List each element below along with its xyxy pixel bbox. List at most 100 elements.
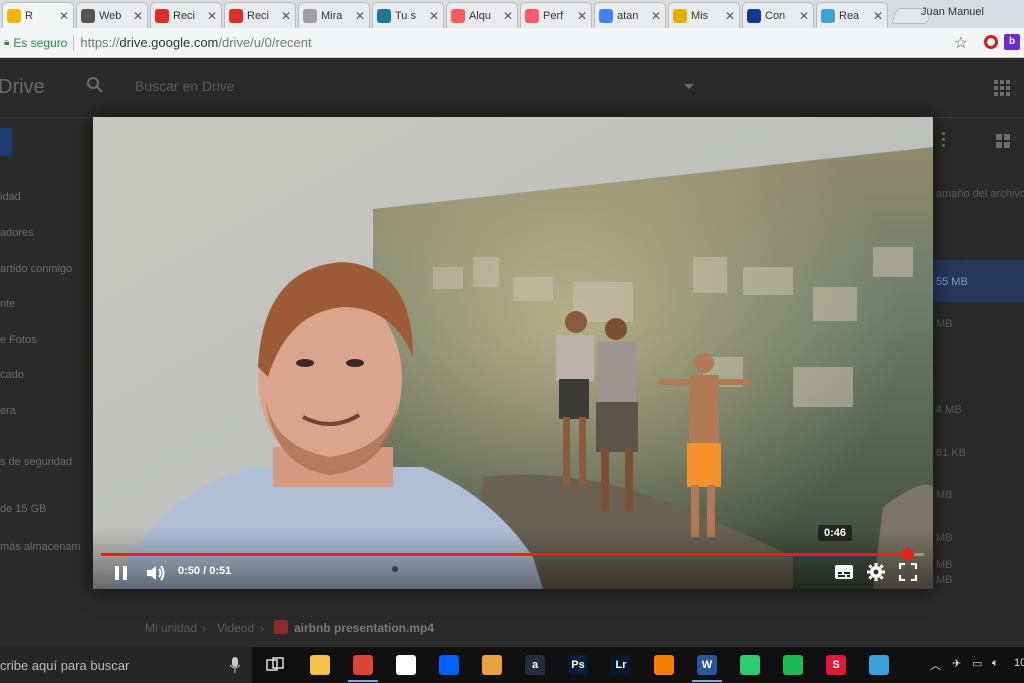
close-tab-icon[interactable]: ✕ xyxy=(355,9,365,23)
google-drive-icon xyxy=(7,8,21,23)
browser-tab[interactable]: Alqu ✕ xyxy=(446,2,518,28)
globe-icon[interactable] xyxy=(740,655,760,675)
fullscreen-icon[interactable] xyxy=(899,563,917,581)
spotify-icon[interactable] xyxy=(783,655,803,675)
close-tab-icon[interactable]: ✕ xyxy=(59,9,69,23)
browser-tab-label: Reci xyxy=(247,9,270,22)
browser-tab[interactable]: Web ✕ xyxy=(76,2,148,28)
file-explorer-icon[interactable] xyxy=(310,655,330,675)
airbnb-icon xyxy=(451,8,465,23)
taskbar-search-input[interactable]: cribe aquí para buscar xyxy=(0,658,129,673)
extension-b-icon[interactable]: b xyxy=(1004,34,1020,50)
s-app-icon[interactable]: S xyxy=(826,655,846,675)
close-tab-icon[interactable]: ✕ xyxy=(503,9,513,23)
browser-tab[interactable]: Rea ✕ xyxy=(816,2,888,28)
sidebar-item[interactable]: más almacenam xyxy=(0,541,81,553)
profile-name[interactable]: Juan Manuel xyxy=(921,6,984,18)
seek-bar[interactable] xyxy=(101,548,924,560)
browser-tab-label: atan xyxy=(617,9,639,22)
screen: R ✕ Web ✕ Reci ✕ Reci ✕ Mira ✕ Tu s ✕ Alqu ✕ Perf ✕ atan… xyxy=(0,0,1024,683)
close-tab-icon[interactable]: ✕ xyxy=(133,9,143,23)
network-icon[interactable]: ✈︎ xyxy=(952,657,961,670)
volume-icon[interactable] xyxy=(145,563,167,583)
seek-bar-handle[interactable] xyxy=(901,548,914,560)
eye-icon[interactable] xyxy=(482,655,502,675)
speaker-icon[interactable]: 🔈︎ xyxy=(992,657,999,670)
browser-tab[interactable]: Reci ✕ xyxy=(224,2,296,28)
sidebar-item[interactable]: adores xyxy=(0,227,34,239)
browser-tab[interactable]: Mira ✕ xyxy=(298,2,370,28)
document-icon xyxy=(303,8,317,23)
security-label[interactable]: Es seguro xyxy=(13,36,67,50)
sidebar-item[interactable]: idad xyxy=(0,191,21,203)
browser-tab[interactable]: Con ✕ xyxy=(742,2,814,28)
browser-tab-label: Perf xyxy=(543,9,564,22)
column-header-size[interactable]: amaño del archivo xyxy=(936,188,1024,200)
browser-tab-label: Tu s xyxy=(395,9,416,22)
browser-tab-label: R xyxy=(25,9,33,22)
browser-tab[interactable]: Perf ✕ xyxy=(520,2,592,28)
close-tab-icon[interactable]: ✕ xyxy=(799,9,809,23)
gmail-icon xyxy=(155,8,169,23)
browser-tab-label: Web xyxy=(99,9,122,22)
browser-tab[interactable]: atan ✕ xyxy=(594,2,666,28)
browser-tab[interactable]: Tu s ✕ xyxy=(372,2,444,28)
url-field[interactable]: https://drive.google.com/drive/u/0/recen… xyxy=(80,35,311,50)
video-player[interactable]: 0:46 0:50 / 0:51 xyxy=(93,117,933,589)
battery-icon[interactable]: ▭ xyxy=(972,657,982,670)
analytics-icon[interactable] xyxy=(654,655,674,675)
close-tab-icon[interactable]: ✕ xyxy=(429,9,439,23)
lightroom-icon[interactable]: Lr xyxy=(611,655,631,675)
bookmark-star-icon[interactable]: ☆ xyxy=(954,33,968,53)
breadcrumb-root[interactable]: Mi unidad xyxy=(145,621,197,635)
pause-button[interactable] xyxy=(113,564,129,582)
close-tab-icon[interactable]: ✕ xyxy=(725,9,735,23)
sidebar-item[interactable]: de 15 GB xyxy=(0,503,46,515)
show-hidden-icons-chevron-up-icon[interactable]: ︿ xyxy=(930,657,941,673)
store-icon[interactable] xyxy=(396,655,416,675)
subtitles-icon[interactable] xyxy=(835,565,853,579)
controls-gradient xyxy=(93,529,933,589)
dots-app-icon[interactable] xyxy=(869,655,889,675)
microphone-icon[interactable] xyxy=(230,657,240,673)
browser-tab[interactable]: R ✕ xyxy=(2,2,74,28)
url-host: drive.google.com xyxy=(119,35,219,50)
more-vertical-icon[interactable] xyxy=(942,132,946,148)
close-tab-icon[interactable]: ✕ xyxy=(651,9,661,23)
close-tab-icon[interactable]: ✕ xyxy=(207,9,217,23)
photoshop-icon[interactable]: Ps xyxy=(568,655,588,675)
opera-icon[interactable] xyxy=(984,35,998,49)
apps-grid-icon[interactable] xyxy=(994,80,1010,96)
sidebar-item[interactable]: era xyxy=(0,405,16,417)
dropbox-icon[interactable] xyxy=(439,655,459,675)
sidebar-item[interactable]: nte xyxy=(0,298,15,310)
url-scheme: https:// xyxy=(80,35,120,50)
amazon-icon[interactable]: a xyxy=(525,655,545,675)
close-tab-icon[interactable]: ✕ xyxy=(577,9,587,23)
sidebar-item[interactable]: cado xyxy=(0,369,24,381)
word-icon[interactable]: W xyxy=(697,655,717,675)
new-button[interactable] xyxy=(0,128,12,156)
taskbar-search-box[interactable]: cribe aquí para buscar xyxy=(0,647,252,683)
address-bar: 🔒︎ Es seguro https://drive.google.com/dr… xyxy=(0,28,1024,58)
breadcrumb-file[interactable]: airbnb presentation.mp4 xyxy=(294,621,434,635)
file-size-cell: MB xyxy=(936,318,953,330)
search-input[interactable]: Buscar en Drive xyxy=(135,78,235,94)
grid-view-icon[interactable] xyxy=(996,134,1010,148)
browser-tab[interactable]: Reci ✕ xyxy=(150,2,222,28)
browser-tab[interactable]: Mis ✕ xyxy=(668,2,740,28)
sidebar-item[interactable]: s de seguridad xyxy=(0,456,72,468)
breadcrumb-folder[interactable]: Videod xyxy=(217,621,254,635)
browser-tab-label: Mis xyxy=(691,9,709,22)
search-options-chevron-down-icon[interactable] xyxy=(684,84,694,89)
search-icon[interactable] xyxy=(86,76,104,94)
sidebar-item[interactable]: e Fotos xyxy=(0,334,37,346)
drive-logo-text[interactable]: Drive xyxy=(0,76,45,99)
task-view-icon[interactable] xyxy=(266,657,284,673)
chrome-icon[interactable] xyxy=(353,655,373,675)
close-tab-icon[interactable]: ✕ xyxy=(281,9,291,23)
settings-gear-icon[interactable] xyxy=(867,563,885,581)
sidebar-item[interactable]: artido conmigo xyxy=(0,263,72,275)
clock[interactable]: 10 xyxy=(1014,657,1024,669)
close-tab-icon[interactable]: ✕ xyxy=(873,9,883,23)
